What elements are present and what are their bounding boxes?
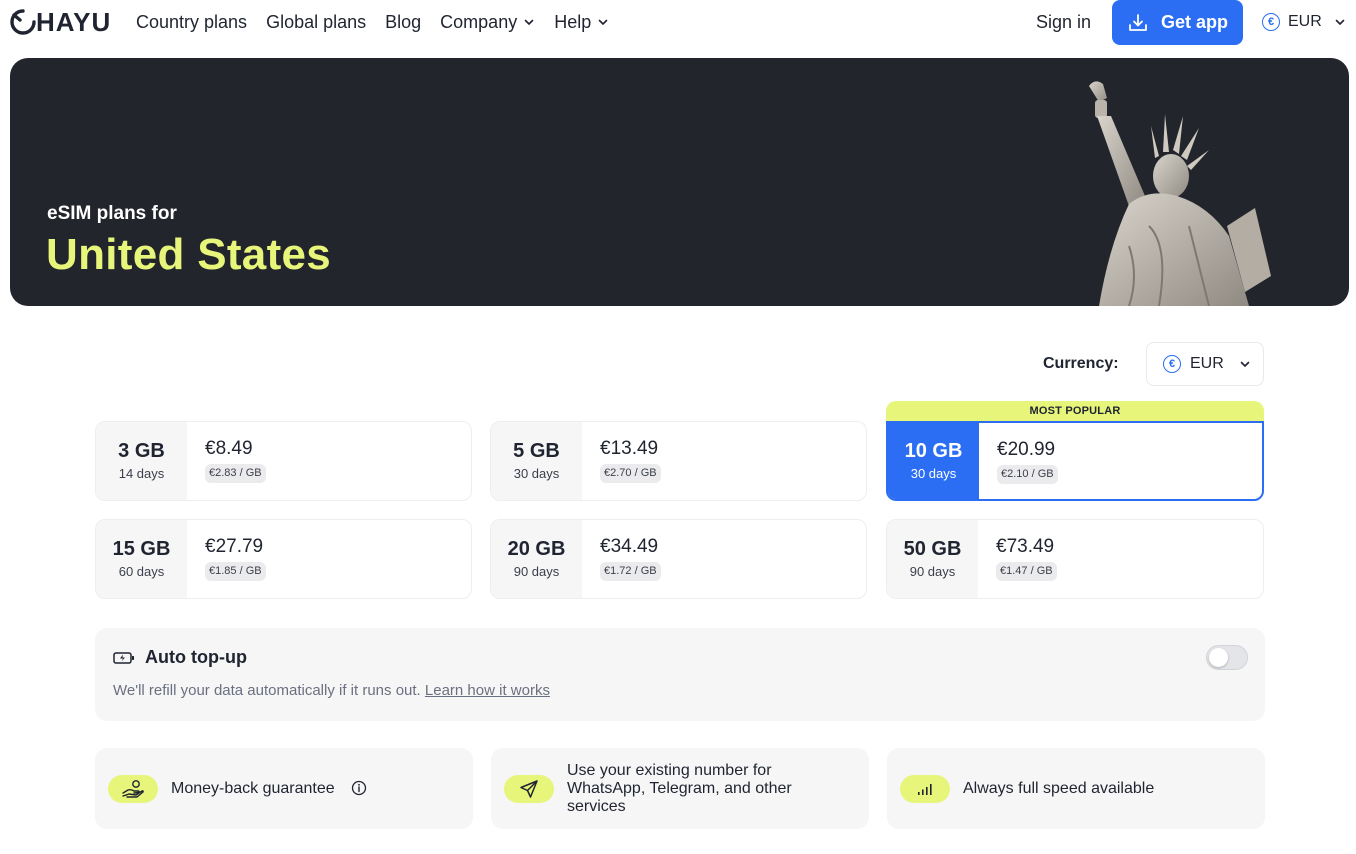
feature-label: Always full speed available <box>963 779 1155 797</box>
plan-card[interactable]: 50 GB 90 days €73.49 €1.47 / GB <box>886 519 1264 599</box>
plan-size: 10 GB 30 days <box>888 423 979 499</box>
plan-gb: 3 GB <box>118 440 165 462</box>
sign-in-link[interactable]: Sign in <box>1036 11 1091 33</box>
plan-price: €73.49 <box>996 536 1055 557</box>
feature-full-speed: Always full speed available <box>887 748 1265 829</box>
signal-bars-icon <box>900 774 950 803</box>
nav-help[interactable]: Help <box>554 11 609 33</box>
hero-subtitle: eSIM plans for <box>47 203 177 224</box>
chevron-down-icon <box>1240 361 1250 367</box>
hand-coins-icon <box>108 774 158 803</box>
feature-label: Money-back guarantee <box>171 779 335 797</box>
plan-pricing: €34.49 €1.72 / GB <box>582 520 661 598</box>
plan-gb: 15 GB <box>112 538 171 560</box>
feature-existing-number: Use your existing number for WhatsApp, T… <box>491 748 869 829</box>
nav-link-label: Blog <box>385 12 422 32</box>
auto-topup-description: We'll refill your data automatically if … <box>113 682 550 699</box>
nav-country-plans[interactable]: Country plans <box>136 11 247 33</box>
chevron-down-icon <box>524 19 534 25</box>
plan-pricing: €20.99 €2.10 / GB <box>979 423 1058 499</box>
euro-icon: € <box>1163 355 1181 373</box>
hero-banner: eSIM plans for United States <box>10 58 1349 306</box>
plan-card[interactable]: 5 GB 30 days €13.49 €2.70 / GB <box>490 421 867 501</box>
plan-per-gb: €1.85 / GB <box>205 562 266 581</box>
logo-ring-icon <box>10 9 36 35</box>
plan-size: 50 GB 90 days <box>887 520 978 598</box>
auto-topup-heading: Auto top-up <box>113 647 247 668</box>
most-popular-badge: MOST POPULAR <box>886 401 1264 422</box>
plan-pricing: €13.49 €2.70 / GB <box>582 422 661 500</box>
battery-charging-icon <box>113 651 134 664</box>
info-icon[interactable] <box>351 780 367 796</box>
currency-dropdown-top[interactable]: € EUR <box>1262 10 1346 34</box>
plan-pricing: €8.49 €2.83 / GB <box>187 422 266 500</box>
feature-text: Money-back guarantee <box>171 780 367 798</box>
logo-text: HAYU <box>36 7 112 37</box>
nav-links: Country plans Global plans Blog Company … <box>136 11 609 33</box>
plan-card[interactable]: 3 GB 14 days €8.49 €2.83 / GB <box>95 421 472 501</box>
nav-link-label: Country plans <box>136 12 248 32</box>
plan-per-gb: €1.72 / GB <box>600 562 661 581</box>
plan-card-selected[interactable]: 10 GB 30 days €20.99 €2.10 / GB <box>886 421 1264 501</box>
plan-gb: 50 GB <box>903 538 962 560</box>
hero-title: United States <box>46 230 332 279</box>
download-icon <box>1129 13 1147 31</box>
get-app-label: Get app <box>1160 12 1228 32</box>
auto-topup-panel: Auto top-up We'll refill your data autom… <box>95 628 1265 721</box>
top-nav: HAYU Country plans Global plans Blog Com… <box>0 0 1356 45</box>
plan-gb: 20 GB <box>507 538 566 560</box>
plan-gb: 5 GB <box>513 440 560 462</box>
plan-days: 90 days <box>513 564 560 579</box>
plan-pricing: €27.79 €1.85 / GB <box>187 520 266 598</box>
plan-per-gb: €2.83 / GB <box>205 464 266 483</box>
learn-how-link[interactable]: Learn how it works <box>425 682 550 699</box>
currency-select[interactable]: € EUR <box>1146 342 1264 386</box>
plan-days: 90 days <box>909 564 956 579</box>
nav-global-plans[interactable]: Global plans <box>266 11 366 33</box>
statue-of-liberty-image <box>1089 81 1271 306</box>
logo[interactable]: HAYU <box>10 7 111 37</box>
plan-card[interactable]: 20 GB 90 days €34.49 €1.72 / GB <box>490 519 867 599</box>
feature-money-back: Money-back guarantee <box>95 748 473 829</box>
plan-size: 15 GB 60 days <box>96 520 187 598</box>
nav-company[interactable]: Company <box>440 11 535 33</box>
euro-icon: € <box>1262 13 1280 31</box>
nav-link-label: Help <box>554 12 592 32</box>
plan-gb: 10 GB <box>904 440 963 462</box>
plan-days: 30 days <box>910 466 957 481</box>
chevron-down-icon <box>1335 19 1345 25</box>
plan-size: 5 GB 30 days <box>491 422 582 500</box>
plan-price: €13.49 <box>600 438 659 459</box>
plan-size: 3 GB 14 days <box>96 422 187 500</box>
plan-days: 30 days <box>513 466 560 481</box>
currency-value: EUR <box>1288 13 1322 30</box>
nav-link-label: Global plans <box>266 12 367 32</box>
toggle-knob <box>1209 648 1228 667</box>
plan-pricing: €73.49 €1.47 / GB <box>978 520 1057 598</box>
plan-per-gb: €1.47 / GB <box>996 562 1057 581</box>
nav-blog[interactable]: Blog <box>385 11 421 33</box>
plan-days: 60 days <box>118 564 165 579</box>
plan-days: 14 days <box>118 466 165 481</box>
currency-label: Currency: <box>1043 355 1119 372</box>
auto-topup-title: Auto top-up <box>145 647 247 667</box>
plan-per-gb: €2.70 / GB <box>600 464 661 483</box>
plan-price: €20.99 <box>997 439 1056 460</box>
chevron-down-icon <box>598 19 608 25</box>
auto-topup-text: We'll refill your data automatically if … <box>113 682 421 699</box>
plan-card[interactable]: 15 GB 60 days €27.79 €1.85 / GB <box>95 519 472 599</box>
plan-price: €34.49 <box>600 536 659 557</box>
paper-plane-icon <box>504 774 554 803</box>
plan-size: 20 GB 90 days <box>491 520 582 598</box>
currency-select-value: EUR <box>1190 355 1224 372</box>
feature-label: Use your existing number for WhatsApp, T… <box>567 761 792 815</box>
plan-price: €8.49 <box>205 438 253 459</box>
plan-price: €27.79 <box>205 536 264 557</box>
nav-link-label: Company <box>440 12 518 32</box>
get-app-button[interactable]: Get app <box>1112 0 1243 45</box>
plan-per-gb: €2.10 / GB <box>997 465 1058 484</box>
auto-topup-toggle[interactable] <box>1206 645 1248 670</box>
